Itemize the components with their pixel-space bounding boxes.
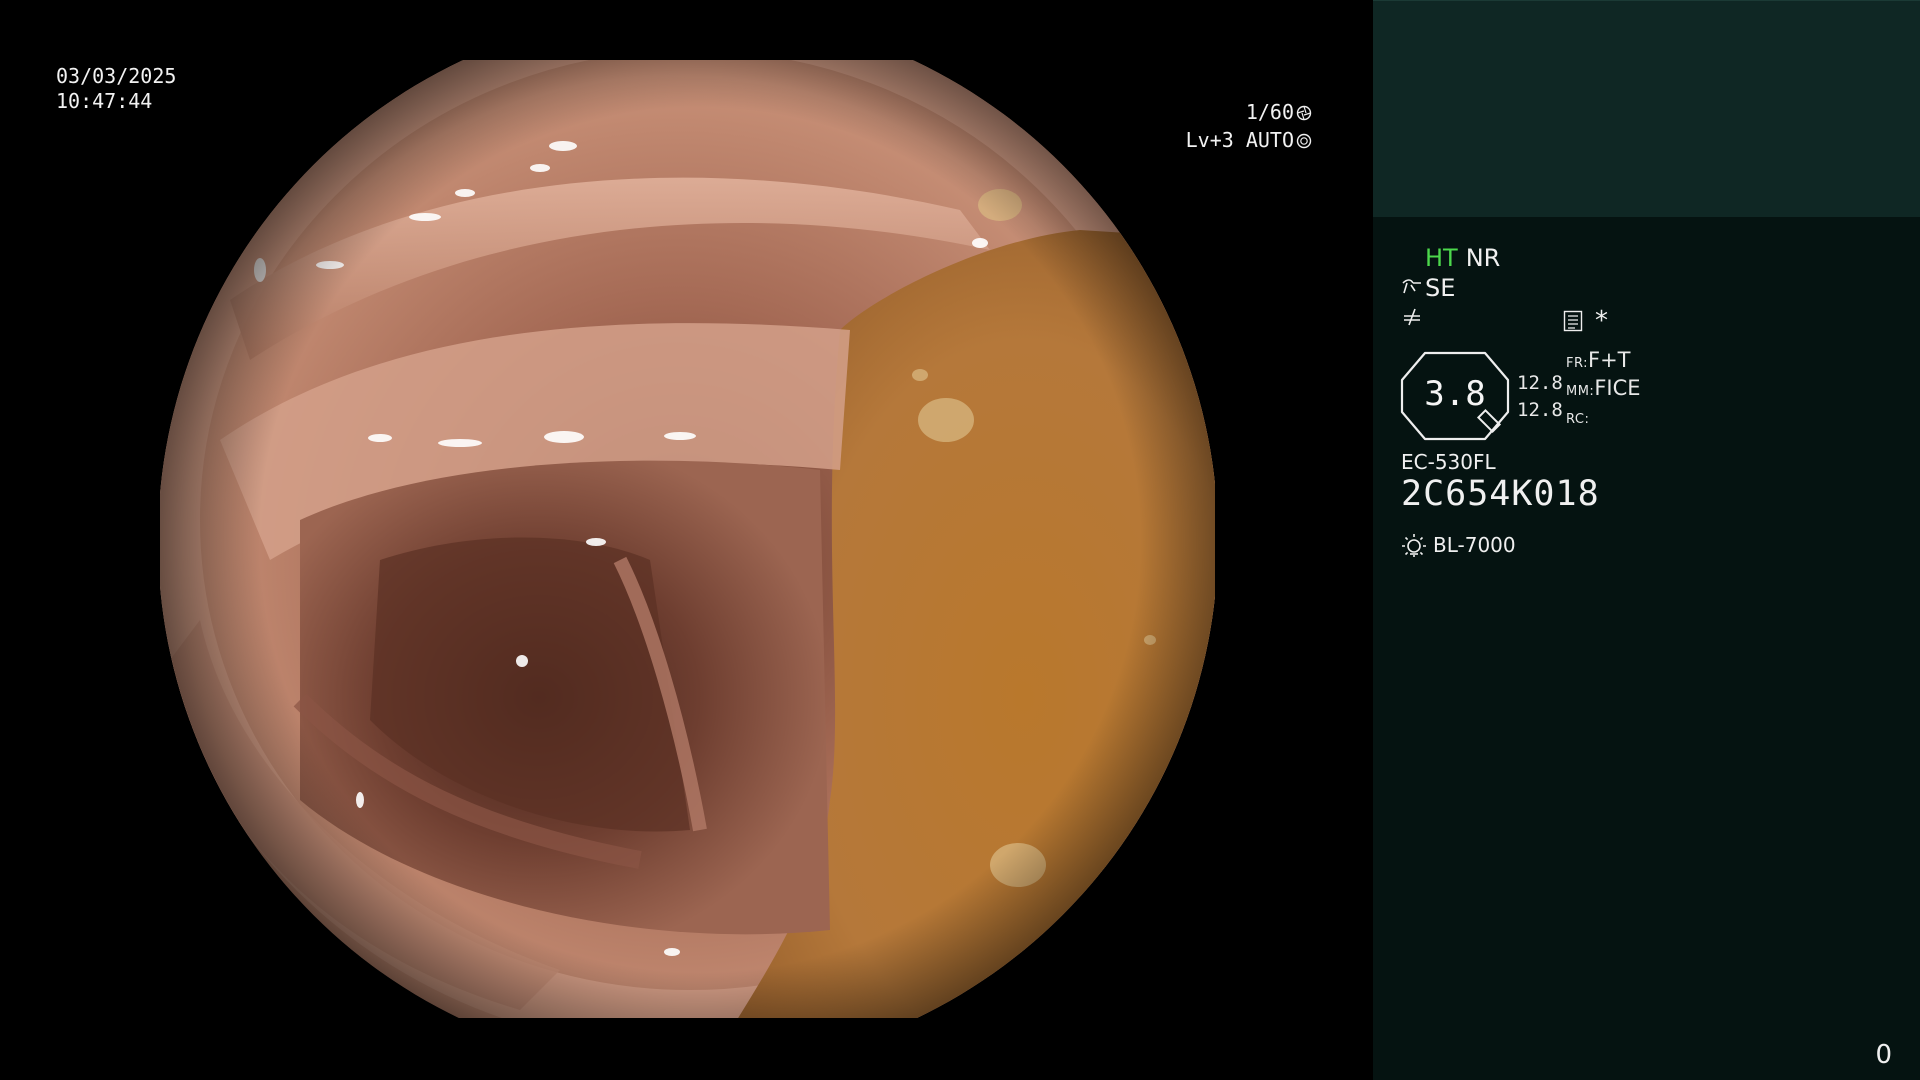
star-indicator: * <box>1595 306 1608 336</box>
mode-ht-label: HT <box>1425 244 1458 272</box>
mm-row: MM:FICE <box>1566 376 1641 404</box>
scope-model: EC-530FL <box>1401 450 1496 474</box>
iris-icon <box>1296 133 1312 149</box>
rc-row: RC: <box>1566 404 1641 432</box>
light-source-icon <box>1402 534 1426 557</box>
sharpness-icon <box>1404 308 1420 326</box>
fr-mm-rc-block: FR:F+T MM:FICE RC: <box>1566 348 1641 432</box>
mm-key: MM: <box>1566 384 1595 399</box>
mm-value: FICE <box>1594 376 1641 400</box>
structure-enhance-icon <box>1402 279 1421 294</box>
rc-key: RC: <box>1566 412 1590 427</box>
exam-date: 03/03/2025 <box>56 64 177 88</box>
settings-icons-row: * <box>1563 306 1608 336</box>
frame-counter: 0 <box>1875 1040 1892 1070</box>
zoom-value-2: 12.8 <box>1517 399 1563 421</box>
brightness-level-value: Lv+3 AUTO <box>1185 128 1294 152</box>
fr-row: FR:F+T <box>1566 348 1641 376</box>
structure-enhance-row: SE <box>1401 274 1455 302</box>
fr-value: F+T <box>1588 348 1631 372</box>
shutter-speed-value: 1/60 <box>1245 100 1294 124</box>
zoom-badge: 3.8 <box>1399 350 1511 442</box>
light-source-row: BL-7000 <box>1401 532 1516 558</box>
processing-mode-row: HT NR <box>1425 244 1500 272</box>
document-settings-icon <box>1563 310 1583 332</box>
endoscopy-monitor: 03/03/2025 10:47:44 1/60 Lv+3 AUTO HT NR … <box>0 0 1920 1080</box>
patient-info-area <box>1373 0 1920 217</box>
zoom-value: 3.8 <box>1424 374 1486 414</box>
exam-time: 10:47:44 <box>56 89 153 113</box>
shutter-speed-readout: 1/60 <box>1246 100 1312 124</box>
colon-lumen-image <box>160 60 1215 1018</box>
sharpness-row <box>1401 306 1423 332</box>
brightness-level-readout: Lv+3 AUTO <box>1186 128 1312 152</box>
zoom-value-1: 12.8 <box>1517 372 1563 394</box>
scope-serial: 2C654K018 <box>1401 474 1600 514</box>
structure-enhance-label: SE <box>1425 274 1456 302</box>
endoscope-view: 03/03/2025 10:47:44 1/60 Lv+3 AUTO <box>0 0 1372 1080</box>
shutter-icon <box>1296 105 1312 121</box>
mode-nr-label: NR <box>1465 244 1501 272</box>
light-source-label: BL-7000 <box>1433 533 1516 557</box>
info-panel: HT NR SE * 3.8 12.8 12.8 FR:F+T MM:FICE R… <box>1373 0 1920 1080</box>
zoom-values: 12.8 12.8 <box>1517 370 1563 424</box>
fr-key: FR: <box>1566 356 1588 371</box>
